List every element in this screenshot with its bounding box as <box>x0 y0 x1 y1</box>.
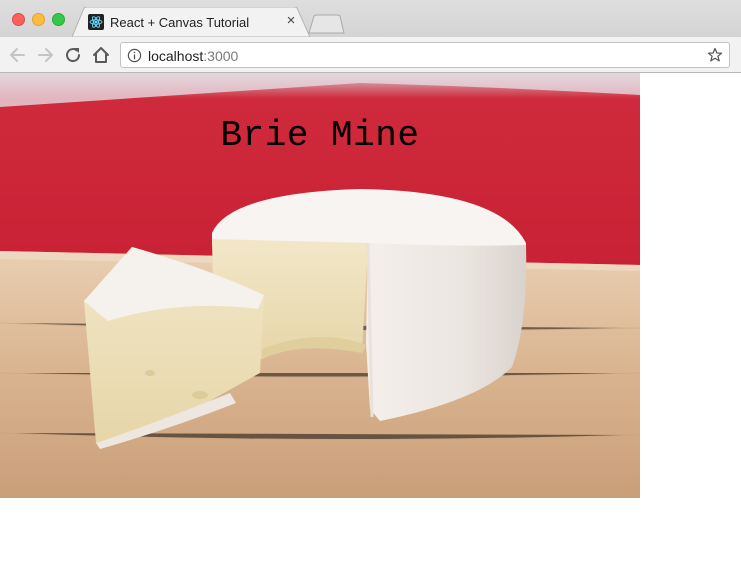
react-logo-icon <box>88 14 104 30</box>
url-port: :3000 <box>203 48 239 64</box>
close-tab-icon[interactable]: × <box>283 13 299 29</box>
zoom-window-button[interactable] <box>52 13 65 26</box>
url-host: localhost <box>148 48 204 64</box>
page-viewport: Brie Mine <box>0 73 741 584</box>
reload-icon[interactable] <box>63 45 83 65</box>
browser-chrome: React + Canvas Tutorial × localhost:3000 <box>0 0 741 73</box>
minimize-window-button[interactable] <box>32 13 45 26</box>
canvas: Brie Mine <box>0 73 640 498</box>
home-icon[interactable] <box>91 45 111 65</box>
url-text[interactable]: localhost:3000 <box>148 48 238 64</box>
canvas-caption: Brie Mine <box>220 115 420 156</box>
star-icon[interactable] <box>707 47 723 63</box>
arrow-left-icon[interactable] <box>8 45 28 65</box>
info-icon[interactable] <box>127 48 142 63</box>
new-tab-button[interactable] <box>308 14 346 34</box>
tab-react-canvas-tutorial[interactable]: React + Canvas Tutorial × <box>84 8 306 37</box>
tab-title: React + Canvas Tutorial <box>110 15 250 30</box>
address-bar[interactable]: localhost:3000 <box>120 42 730 68</box>
browser-toolbar: localhost:3000 <box>0 37 741 73</box>
tab-strip: React + Canvas Tutorial × <box>0 0 741 38</box>
arrow-right-icon[interactable] <box>35 45 55 65</box>
close-window-button[interactable] <box>12 13 25 26</box>
